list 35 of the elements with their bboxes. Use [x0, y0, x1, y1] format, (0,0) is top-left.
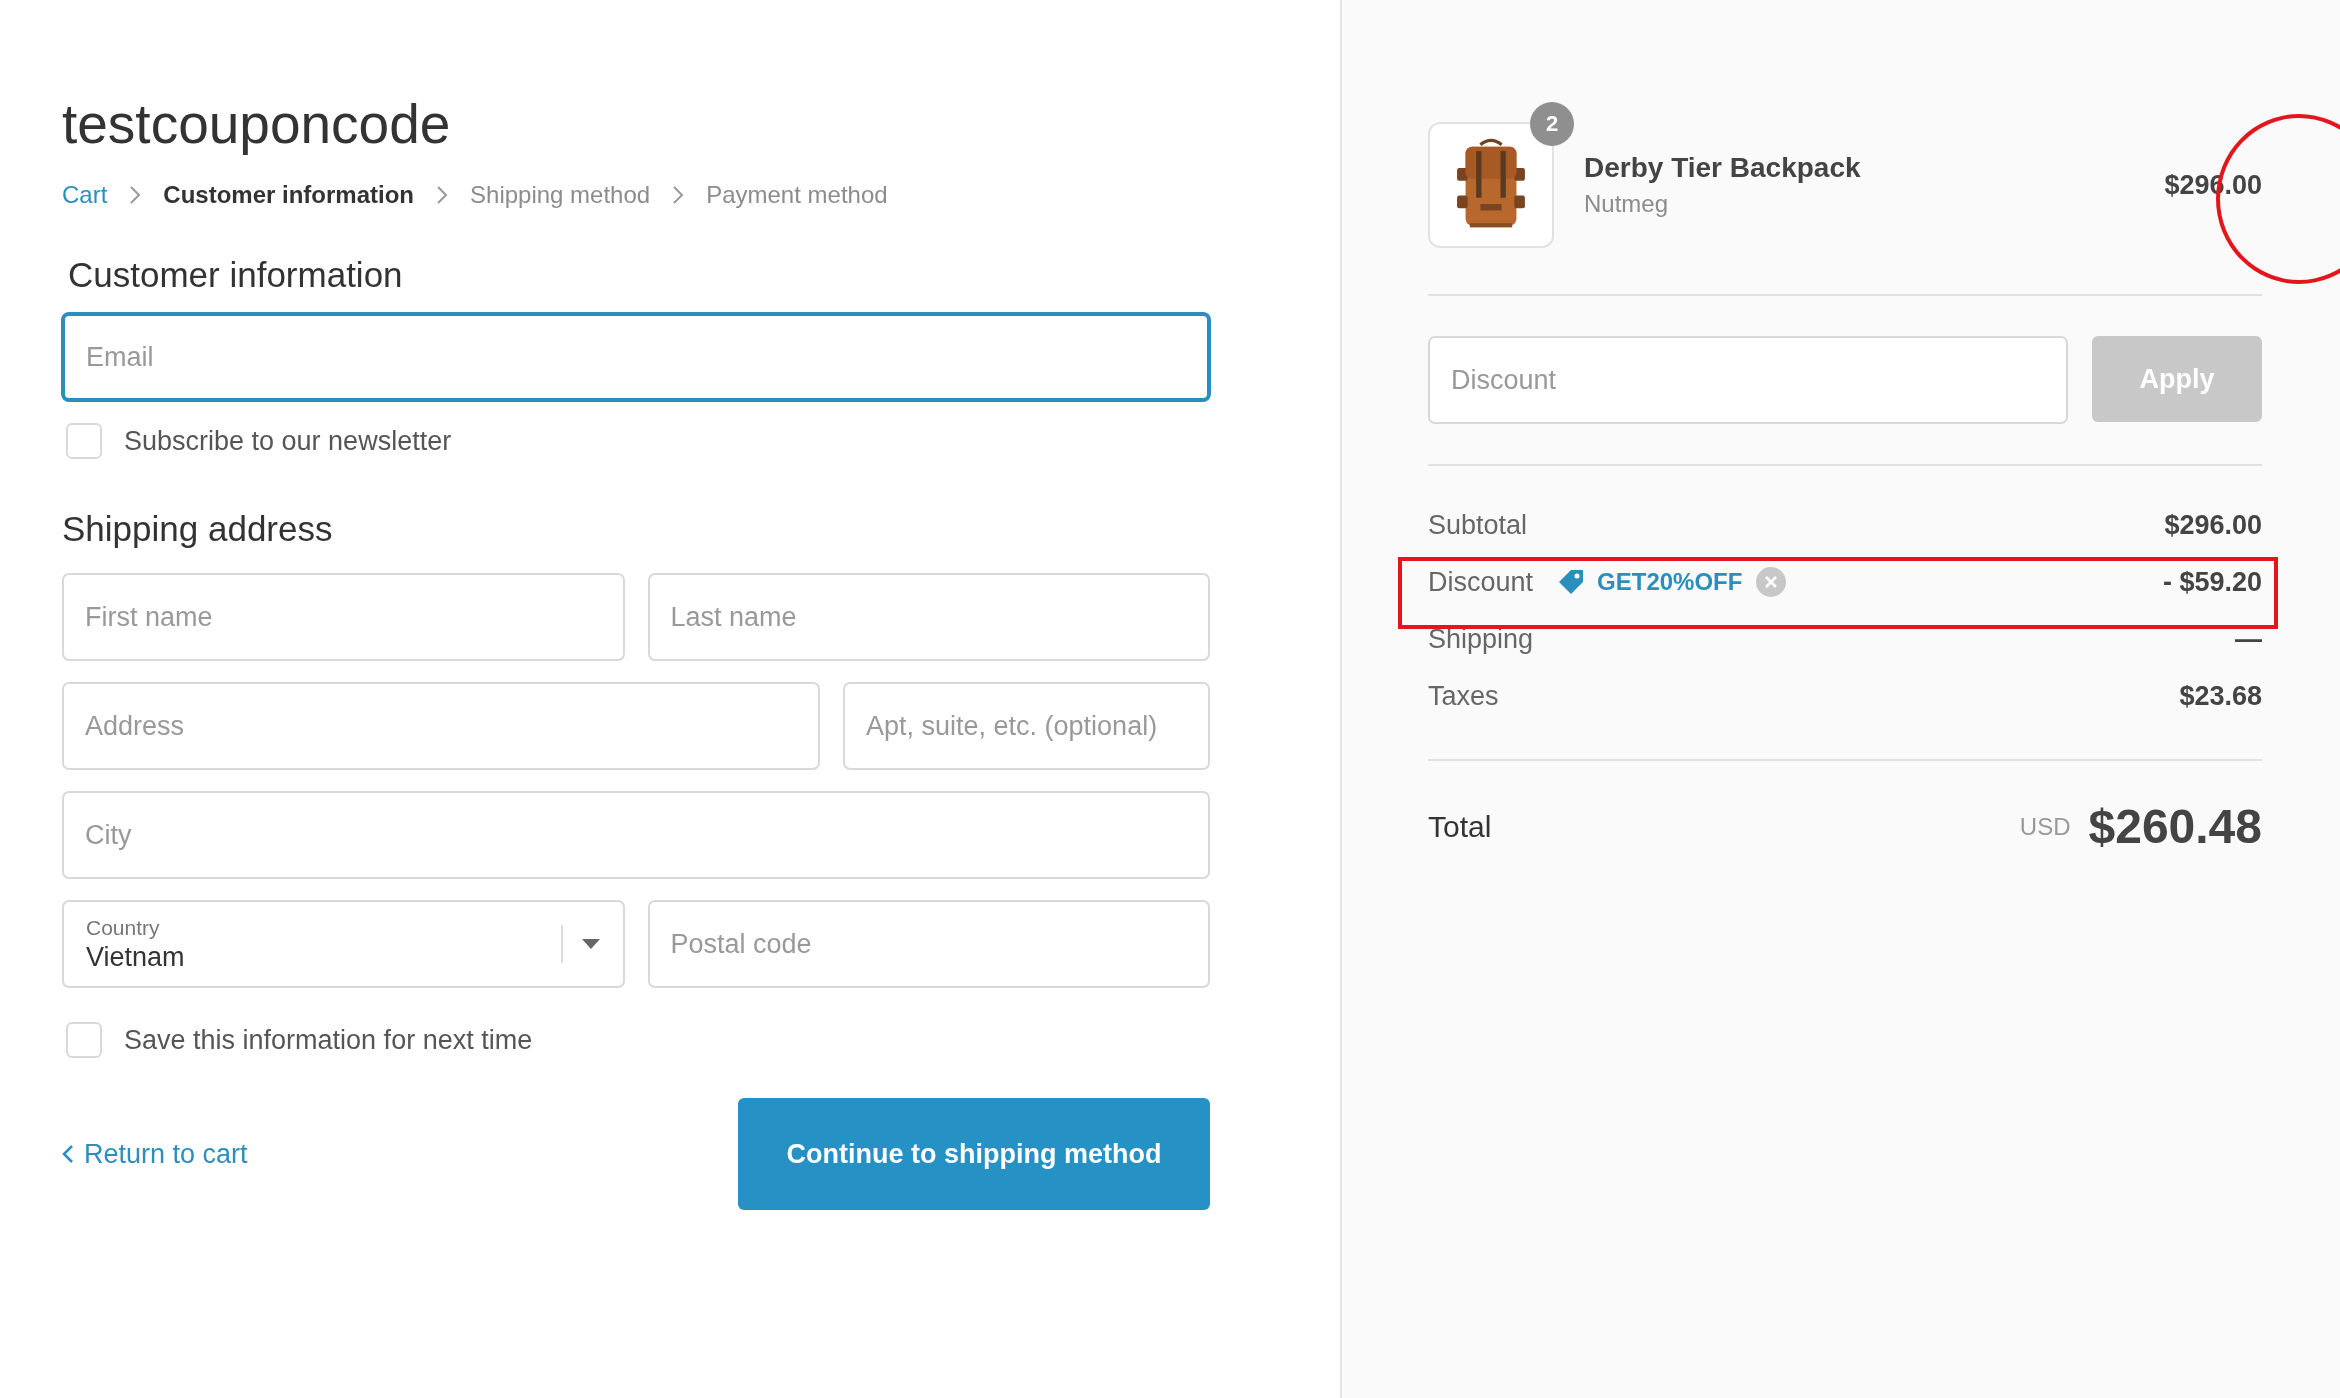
input-field[interactable]: Last name: [647, 573, 1210, 661]
breadcrumb-item: Customer information: [163, 181, 415, 209]
summary-label: Discount: [1428, 566, 1534, 598]
input-field[interactable]: Apt, suite, etc. (optional): [843, 682, 1210, 770]
total-label: Total: [1428, 809, 1492, 844]
summary-value: - $59.20: [2162, 566, 2262, 598]
input-field[interactable]: First name: [62, 573, 625, 661]
summary-value: $296.00: [2164, 509, 2262, 541]
checkbox-label: Subscribe to our newsletter: [124, 425, 452, 457]
section-heading: Customer information: [68, 255, 403, 295]
summary-label: Taxes: [1428, 680, 1499, 712]
product-name: Derby Tier Backpack: [1584, 152, 1862, 184]
return-link[interactable]: Return to cart: [62, 1138, 248, 1170]
input-field[interactable]: Postal code: [647, 900, 1210, 988]
email-field[interactable]: Email: [62, 313, 1210, 401]
checkbox-label: Save this information for next time: [124, 1024, 533, 1056]
continue-button[interactable]: Continue to shipping method: [738, 1098, 1210, 1210]
summary-label: Shipping: [1428, 623, 1534, 655]
quantity-badge: 2: [1530, 102, 1574, 146]
summary-value: —: [2235, 623, 2262, 655]
summary-label: Subtotal: [1428, 509, 1528, 541]
breadcrumb-item[interactable]: Cart: [62, 181, 108, 209]
input-field[interactable]: City: [62, 791, 1210, 879]
product-variant: Nutmeg: [1584, 190, 1670, 218]
summary-value: $23.68: [2179, 680, 2262, 712]
country-select[interactable]: Country Vietnam: [62, 900, 625, 988]
store-title: testcouponcode: [62, 92, 451, 156]
currency-label: USD: [2019, 812, 2071, 841]
total-value: $260.48: [2088, 799, 2262, 854]
breadcrumb-item: Payment method: [706, 181, 888, 209]
section-heading: Shipping address: [62, 509, 333, 549]
breadcrumb-item: Shipping method: [470, 181, 651, 209]
discount-code: GET20%OFF: [1597, 568, 1743, 596]
discount-field[interactable]: Discount: [1428, 336, 2068, 424]
input-field[interactable]: Address: [62, 682, 820, 770]
